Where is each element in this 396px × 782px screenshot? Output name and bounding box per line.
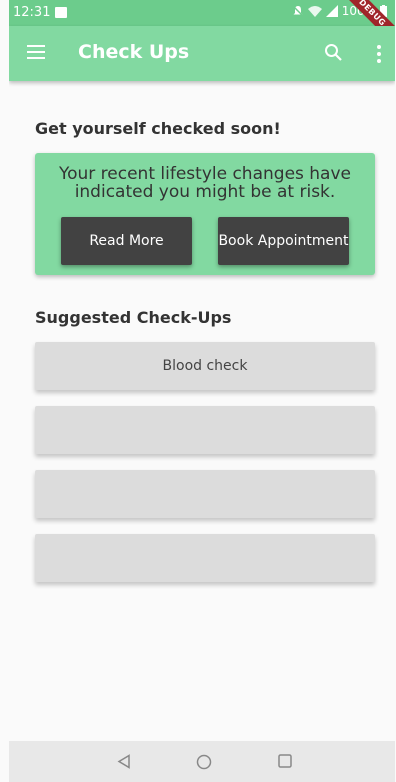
- signal-icon: [325, 5, 338, 17]
- checkup-item[interactable]: [35, 406, 375, 454]
- status-time: 12:31: [13, 5, 51, 20]
- status-bar: 12:31 100% DEBUG: [9, 0, 395, 50]
- checkup-item[interactable]: [35, 534, 375, 582]
- book-appointment-button[interactable]: Book Appointment: [218, 217, 349, 265]
- suggested-heading: Suggested Check-Ups: [35, 308, 232, 327]
- checkup-item[interactable]: [35, 470, 375, 518]
- recents-icon[interactable]: [278, 754, 292, 768]
- checked-heading: Get yourself checked soon!: [35, 119, 281, 138]
- wifi-icon: [307, 5, 322, 17]
- system-nav-bar: [9, 741, 395, 782]
- phone-screen: 12:31 100% DEBUG Check Ups Get yourself …: [9, 0, 395, 782]
- notifications-off-icon: [292, 5, 304, 17]
- risk-card-text: Your recent lifestyle changes have indic…: [58, 164, 351, 202]
- more-vert-icon[interactable]: [377, 45, 381, 66]
- app-title: Check Ups: [78, 41, 190, 63]
- home-icon[interactable]: [196, 754, 212, 770]
- app-bar: Check Ups: [9, 26, 395, 81]
- risk-card: Your recent lifestyle changes have indic…: [35, 153, 375, 275]
- search-icon[interactable]: [324, 43, 343, 62]
- back-icon[interactable]: [117, 754, 131, 769]
- checkup-item-blood-check[interactable]: Blood check: [35, 342, 375, 390]
- read-more-button[interactable]: Read More: [61, 217, 192, 265]
- menu-icon[interactable]: [27, 45, 45, 61]
- image-notification-icon: [55, 7, 67, 18]
